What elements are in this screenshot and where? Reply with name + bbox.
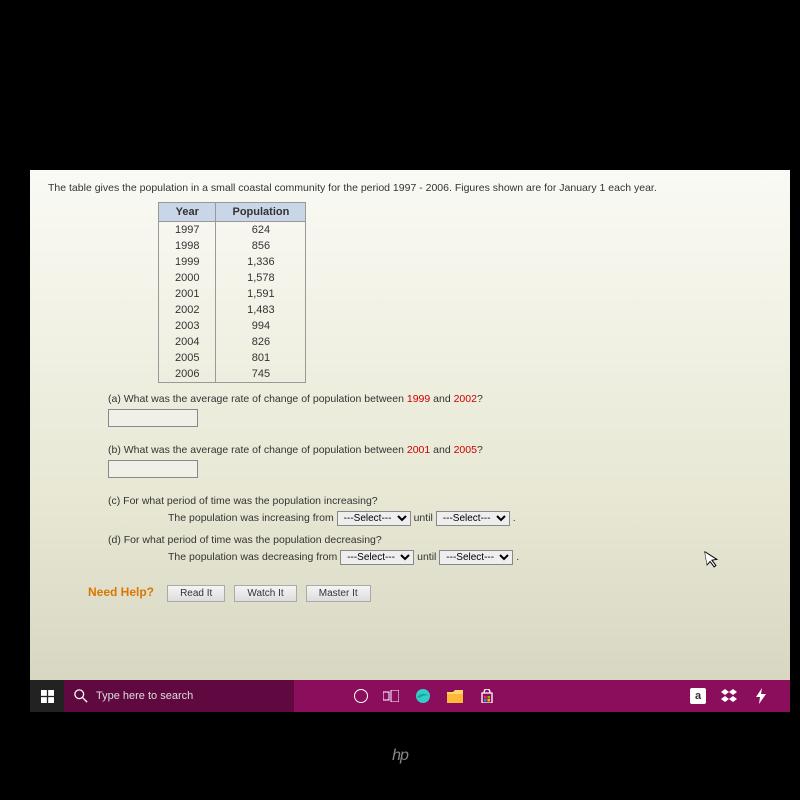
- table-row: 20021,483: [159, 302, 306, 318]
- task-view-icon[interactable]: [382, 687, 400, 705]
- master-it-button[interactable]: Master It: [306, 585, 371, 602]
- taskbar-search[interactable]: Type here to search: [64, 680, 294, 712]
- question-d: (d) For what period of time was the popu…: [108, 534, 772, 546]
- start-button[interactable]: [30, 680, 64, 712]
- question-b: (b) What was the average rate of change …: [108, 444, 772, 456]
- answer-input-a[interactable]: [108, 409, 198, 427]
- search-icon: [74, 689, 88, 703]
- read-it-button[interactable]: Read It: [167, 585, 225, 602]
- table-row: 2003994: [159, 318, 306, 334]
- dropbox-icon[interactable]: [720, 687, 738, 705]
- cortana-icon[interactable]: [354, 689, 368, 703]
- tray-app-lightning[interactable]: [752, 687, 770, 705]
- tray-app-a[interactable]: a: [690, 688, 706, 704]
- table-row: 19991,336: [159, 254, 306, 270]
- table-row: 20011,591: [159, 286, 306, 302]
- table-row: 20001,578: [159, 270, 306, 286]
- store-icon[interactable]: [478, 687, 496, 705]
- watch-it-button[interactable]: Watch It: [234, 585, 296, 602]
- problem-statement: The table gives the population in a smal…: [48, 182, 772, 194]
- select-d-until[interactable]: ---Select---: [439, 550, 513, 565]
- table-row: 2004826: [159, 334, 306, 350]
- question-c-fill: The population was increasing from ---Se…: [168, 511, 772, 526]
- population-table: Year Population 1997624199885619991,3362…: [158, 202, 306, 383]
- windows-taskbar[interactable]: Type here to search a: [30, 680, 790, 712]
- edge-icon[interactable]: [414, 687, 432, 705]
- col-year: Year: [159, 203, 216, 222]
- table-row: 1997624: [159, 222, 306, 239]
- table-row: 2005801: [159, 350, 306, 366]
- question-d-fill: The population was decreasing from ---Se…: [168, 550, 772, 565]
- select-d-from[interactable]: ---Select---: [340, 550, 414, 565]
- question-a: (a) What was the average rate of change …: [108, 393, 772, 405]
- table-row: 2006745: [159, 366, 306, 383]
- select-c-from[interactable]: ---Select---: [337, 511, 411, 526]
- search-placeholder: Type here to search: [96, 690, 193, 702]
- need-help-label: Need Help?: [88, 585, 154, 599]
- file-explorer-icon[interactable]: [446, 687, 464, 705]
- question-content: The table gives the population in a smal…: [30, 170, 790, 700]
- select-c-until[interactable]: ---Select---: [436, 511, 510, 526]
- table-row: 1998856: [159, 238, 306, 254]
- hp-logo: hp: [392, 747, 408, 765]
- col-population: Population: [216, 203, 306, 222]
- windows-icon: [41, 690, 54, 703]
- help-section: Need Help? Read It Watch It Master It: [88, 585, 772, 602]
- answer-input-b[interactable]: [108, 460, 198, 478]
- question-c: (c) For what period of time was the popu…: [108, 495, 772, 507]
